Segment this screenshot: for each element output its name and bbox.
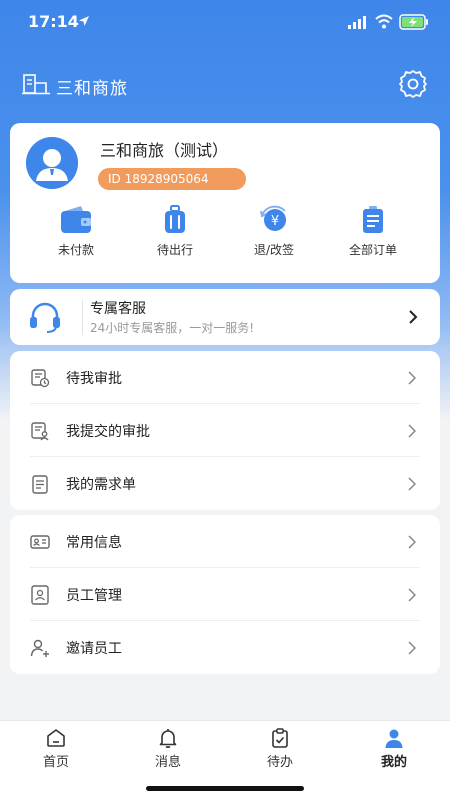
approval-list: 待我审批 我提交的审批 我的需求单 xyxy=(10,351,440,510)
default-avatar-icon xyxy=(26,137,78,189)
battery-charging-icon xyxy=(399,14,428,30)
wifi-icon xyxy=(375,14,393,29)
list-item-common-info[interactable]: 常用信息 xyxy=(10,515,440,568)
list-item-invite-employee[interactable]: 邀请员工 xyxy=(10,621,440,674)
wallet-icon xyxy=(61,206,91,233)
status-time: 17:14 xyxy=(28,12,79,31)
service-subtitle: 24小时专属客服，一对一服务! xyxy=(90,321,255,335)
user-icon xyxy=(385,729,403,748)
app-header: 三和商旅 xyxy=(0,62,450,106)
row-label: 我提交的审批 xyxy=(66,424,150,440)
invite-user-icon xyxy=(30,639,49,657)
tab-mine[interactable]: 我的 xyxy=(354,727,434,770)
tab-label: 消息 xyxy=(154,755,181,770)
row-label: 常用信息 xyxy=(66,535,122,551)
building-icon xyxy=(22,74,50,95)
tab-label: 待办 xyxy=(266,755,293,770)
settings-gear-icon[interactable] xyxy=(397,68,429,100)
chevron-right-icon xyxy=(408,535,416,549)
bell-icon xyxy=(159,729,177,749)
chevron-right-icon xyxy=(409,310,418,324)
order-list-icon xyxy=(363,206,383,233)
pending-approval-icon xyxy=(31,369,50,388)
chevron-right-icon xyxy=(408,588,416,602)
list-item-pending-approval[interactable]: 待我审批 xyxy=(10,351,440,404)
luggage-icon xyxy=(165,205,185,233)
user-name: 三和商旅（测试） xyxy=(100,141,229,160)
chevron-right-icon xyxy=(408,477,416,491)
order-all[interactable]: 全部订单 xyxy=(331,205,415,258)
order-refund-change[interactable]: ¥ 退/改签 xyxy=(232,205,316,258)
divider xyxy=(82,299,83,335)
order-label: 待出行 xyxy=(156,243,193,257)
refund-icon: ¥ xyxy=(260,205,286,231)
location-arrow-icon xyxy=(79,16,89,26)
customer-service-card[interactable]: 专属客服 24小时专属客服，一对一服务! xyxy=(10,289,440,345)
employee-icon xyxy=(31,585,49,605)
order-label: 未付款 xyxy=(57,243,94,257)
info-list: 常用信息 员工管理 邀请员工 xyxy=(10,515,440,674)
tab-messages[interactable]: 消息 xyxy=(128,727,208,770)
chevron-right-icon xyxy=(408,371,416,385)
row-label: 员工管理 xyxy=(66,588,122,604)
home-icon xyxy=(47,729,65,747)
chevron-right-icon xyxy=(408,424,416,438)
order-unpaid[interactable]: 未付款 xyxy=(34,205,118,258)
list-item-employee-management[interactable]: 员工管理 xyxy=(10,568,440,621)
home-indicator xyxy=(146,786,304,791)
order-upcoming[interactable]: 待出行 xyxy=(133,205,217,258)
app-title: 三和商旅 xyxy=(56,79,128,99)
list-item-requisition[interactable]: 我的需求单 xyxy=(10,457,440,510)
row-label: 待我审批 xyxy=(66,371,122,387)
row-label: 邀请员工 xyxy=(66,641,122,657)
headset-icon xyxy=(30,302,60,333)
submitted-approval-icon xyxy=(31,422,49,441)
status-bar: 17:14 xyxy=(0,0,450,46)
order-label: 退/改签 xyxy=(253,243,295,257)
tab-label: 首页 xyxy=(42,755,69,770)
user-id-badge: ID 18928905064 xyxy=(98,168,246,190)
svg-text:¥: ¥ xyxy=(271,214,279,229)
cellular-signal-icon xyxy=(348,16,366,29)
order-label: 全部订单 xyxy=(348,243,397,257)
id-card-icon xyxy=(30,535,50,549)
chevron-right-icon xyxy=(408,641,416,655)
list-item-submitted-approval[interactable]: 我提交的审批 xyxy=(10,404,440,457)
tab-label: 我的 xyxy=(380,755,407,770)
service-title: 专属客服 xyxy=(90,301,146,317)
row-label: 我的需求单 xyxy=(66,477,136,493)
requisition-icon xyxy=(32,475,48,494)
clipboard-icon xyxy=(272,728,288,748)
tab-home[interactable]: 首页 xyxy=(16,727,96,770)
avatar[interactable] xyxy=(26,137,78,189)
tab-todo[interactable]: 待办 xyxy=(240,727,320,770)
profile-card: 三和商旅（测试） ID 18928905064 未付款 待出行 ¥ 退/改签 全… xyxy=(10,123,440,283)
